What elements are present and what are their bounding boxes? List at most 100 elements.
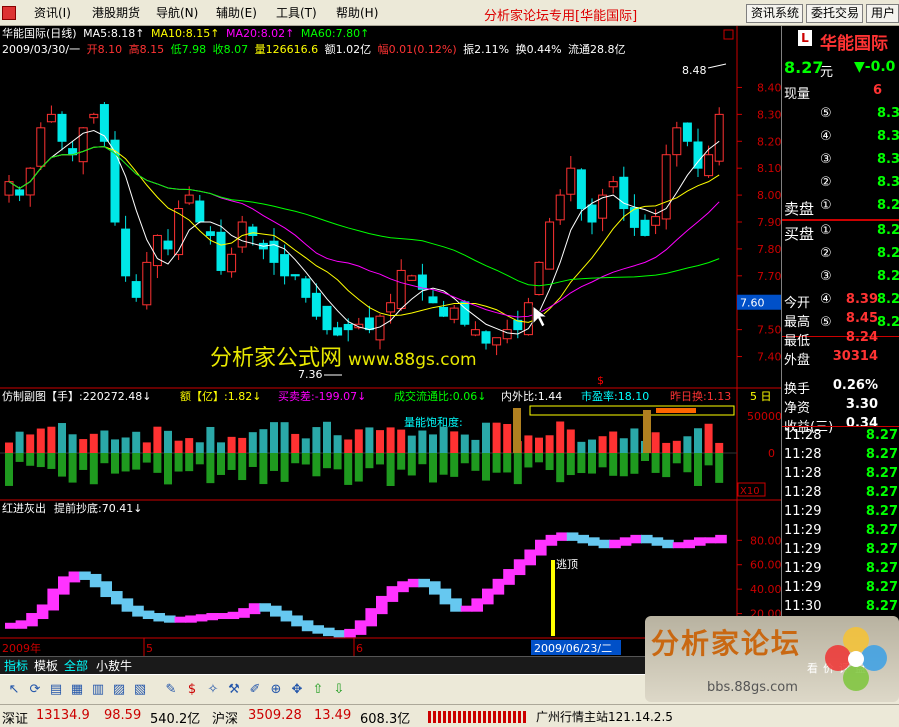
ind-step-down [439, 588, 452, 605]
volume-bar-lower [36, 453, 45, 468]
candle-up [386, 302, 396, 313]
kline-icon[interactable]: ▥ [88, 680, 108, 700]
ind-step-down [651, 537, 664, 546]
ask-price: 8.3 [876, 129, 899, 144]
hs-amount: 608.3亿 [360, 712, 411, 727]
volume-bar-lower [598, 453, 607, 468]
bar-open: 开8.10 [86, 43, 123, 56]
candle-up [89, 113, 99, 119]
tools-icon[interactable]: ⚒ [224, 680, 244, 700]
volume-bar-lower [566, 453, 575, 476]
volume-bar-lower [89, 453, 98, 485]
volume-bar [354, 429, 363, 453]
tick-time: 11:30 [784, 599, 822, 614]
bid-level-label: ③ [820, 269, 832, 284]
ind-early-buy: 提前抄底:70.41↓ [54, 501, 142, 515]
candle-down [301, 278, 311, 298]
volume-bar-lower [164, 453, 172, 485]
tick-time: 11:29 [784, 504, 822, 519]
candle-down [364, 317, 374, 331]
ind-step-up [513, 559, 526, 576]
ind-step-up [683, 539, 695, 549]
hs-change: 13.49 [314, 708, 352, 723]
cursor-date-label: 2009/06/23/二 [534, 642, 612, 655]
volume-bar [609, 431, 618, 453]
candle-down [640, 219, 650, 236]
price-change: ▼-0.0 [854, 59, 896, 75]
volume-bar [492, 422, 501, 453]
ask-price: 8.2 [876, 198, 899, 213]
logo-title: 分析家论坛 [651, 627, 802, 660]
ind-step-up [397, 581, 409, 593]
rsi-icon[interactable]: ▧ [130, 680, 150, 700]
volume-bar-lower [79, 453, 88, 470]
wand-icon[interactable]: ✧ [203, 680, 223, 700]
zoom-icon[interactable]: ⊕ [266, 680, 286, 700]
ind-step-up [174, 616, 187, 623]
chart-icon[interactable]: ▨ [109, 680, 129, 700]
up-arrow-icon[interactable]: ⇧ [308, 680, 328, 700]
volume-bar [280, 422, 289, 453]
trade-button[interactable]: 委托交易 [806, 4, 863, 23]
volume-bar-lower [535, 453, 543, 463]
menu-assist[interactable]: 辅助(E) [216, 5, 257, 21]
menu-hk-futures[interactable]: 港股期货 [92, 5, 140, 21]
f10-icon[interactable]: ▦ [67, 680, 87, 700]
ind-step-up [503, 569, 515, 585]
tick-price: 8.27 [865, 466, 898, 481]
volume-bar-lower [429, 453, 437, 483]
volume-bar-lower [641, 453, 649, 462]
news-icon[interactable]: ▤ [46, 680, 66, 700]
vol-buysell: 买卖差:-199.07↓ [278, 389, 366, 403]
down-arrow-icon[interactable]: ⇩ [329, 680, 349, 700]
sz-amount: 540.2亿 [150, 712, 201, 727]
refresh-icon[interactable]: ⟳ [25, 680, 45, 700]
volume-bar [704, 423, 713, 453]
bid-price: 8.2 [876, 223, 899, 238]
move-icon[interactable]: ✥ [287, 680, 307, 700]
menu-info[interactable]: 资讯(I) [34, 5, 71, 21]
volume-bar-lower [715, 453, 724, 483]
user-button[interactable]: 用户 [866, 4, 899, 23]
ma10-label: MA10:8.15↑ [151, 27, 220, 40]
volume-bar-lower [142, 453, 151, 463]
candle-down [163, 240, 173, 250]
volume-bar [535, 437, 543, 453]
ind-step-down [121, 598, 134, 612]
ind-step-up [206, 613, 218, 621]
vol-tick-0: 0 [768, 447, 775, 460]
volume-bar-lower [651, 453, 660, 473]
ind-step-down [280, 610, 293, 622]
volume-bar-lower [323, 453, 331, 469]
pen-icon[interactable]: ✎ [161, 680, 181, 700]
tab-xiaoaoniu[interactable]: 小敖牛 [96, 658, 132, 674]
vol-scale-label: X10 [740, 486, 760, 497]
volume-bar-lower [259, 453, 268, 485]
tab-template[interactable]: 模板 [34, 658, 58, 674]
money-icon[interactable]: $ [182, 680, 202, 700]
menu-help[interactable]: 帮助(H) [336, 5, 378, 21]
volume-bar-lower [121, 453, 130, 472]
menu-tools[interactable]: 工具(T) [276, 5, 317, 21]
stock-name: 华能国际 [820, 34, 888, 54]
candle-down [15, 189, 25, 196]
price-unit: 元 [820, 65, 834, 80]
ind-step-down [153, 613, 165, 622]
ind-step-up [365, 608, 377, 627]
candle-up [36, 127, 46, 167]
ask-level-label: ① [820, 198, 832, 213]
saturation-bar-fill [656, 408, 696, 413]
tab-indicator[interactable]: 指标 [4, 658, 28, 674]
volume-bar-lower [450, 453, 459, 477]
edit-icon[interactable]: ✐ [245, 680, 265, 700]
tab-all[interactable]: 全部 [64, 658, 88, 674]
menu-navigate[interactable]: 导航(N) [156, 5, 198, 21]
sz-label: 深证 [2, 712, 29, 727]
ind-step-up [535, 539, 547, 556]
info-system-button[interactable]: 资讯系统 [746, 4, 803, 23]
cursor-icon[interactable]: ↖ [4, 680, 24, 700]
volume-bar [376, 430, 384, 453]
high-marker-label: 8.48 [682, 64, 707, 77]
ind-step-up [195, 614, 208, 622]
app-icon[interactable] [2, 6, 16, 20]
